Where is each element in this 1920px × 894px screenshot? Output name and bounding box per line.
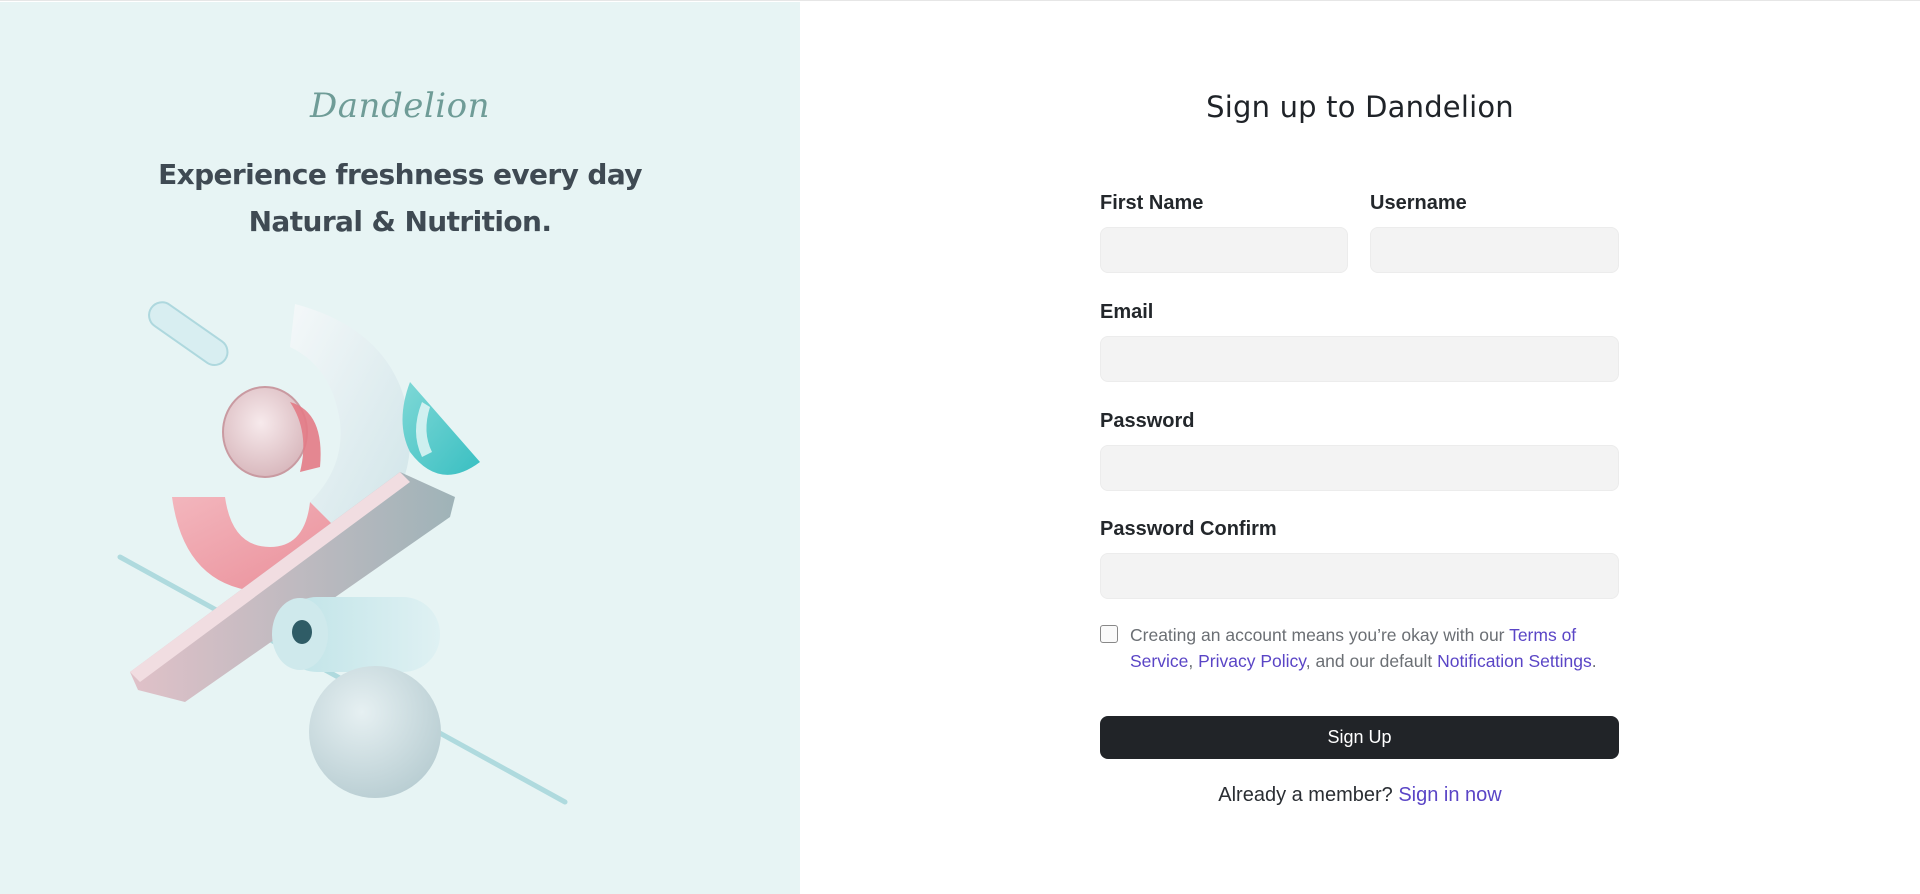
- terms-text: Creating an account means you’re okay wi…: [1130, 622, 1630, 674]
- password-input[interactable]: [1100, 445, 1619, 491]
- signup-panel: Sign up to Dandelion First Name Username…: [800, 2, 1920, 894]
- password-label: Password: [1100, 410, 1195, 432]
- already-member-text: Already a member?: [1218, 784, 1393, 806]
- email-input[interactable]: [1100, 336, 1619, 382]
- first-name-input[interactable]: [1100, 227, 1348, 273]
- page: Dandelion Experience freshness every day…: [0, 0, 1920, 894]
- username-label: Username: [1370, 192, 1467, 214]
- terms-middle: , and our default: [1305, 651, 1438, 671]
- form-title: Sign up to Dandelion: [1206, 90, 1514, 124]
- privacy-policy-link[interactable]: Privacy Policy: [1198, 651, 1306, 671]
- terms-prefix: Creating an account means you’re okay wi…: [1130, 625, 1510, 645]
- email-label: Email: [1100, 301, 1154, 323]
- abstract-3d-illustration: [117, 301, 568, 805]
- tagline-line-2: Natural & Nutrition.: [248, 205, 552, 238]
- terms-checkbox[interactable]: [1100, 625, 1118, 643]
- left-panel: Dandelion Experience freshness every day…: [0, 2, 800, 894]
- signin-row: Already a member? Sign in now: [800, 784, 1920, 807]
- sign-up-button[interactable]: Sign Up: [1100, 716, 1619, 759]
- sign-in-link[interactable]: Sign in now: [1398, 784, 1501, 806]
- terms-suffix: .: [1591, 651, 1597, 671]
- brand-logo: Dandelion: [310, 86, 490, 126]
- username-input[interactable]: [1370, 227, 1619, 273]
- notification-settings-link[interactable]: Notification Settings: [1437, 651, 1592, 671]
- tagline-line-1: Experience freshness every day: [158, 158, 642, 191]
- first-name-label: First Name: [1100, 192, 1204, 214]
- password-confirm-input[interactable]: [1100, 553, 1619, 599]
- terms-comma: ,: [1188, 651, 1199, 671]
- password-confirm-label: Password Confirm: [1100, 518, 1277, 540]
